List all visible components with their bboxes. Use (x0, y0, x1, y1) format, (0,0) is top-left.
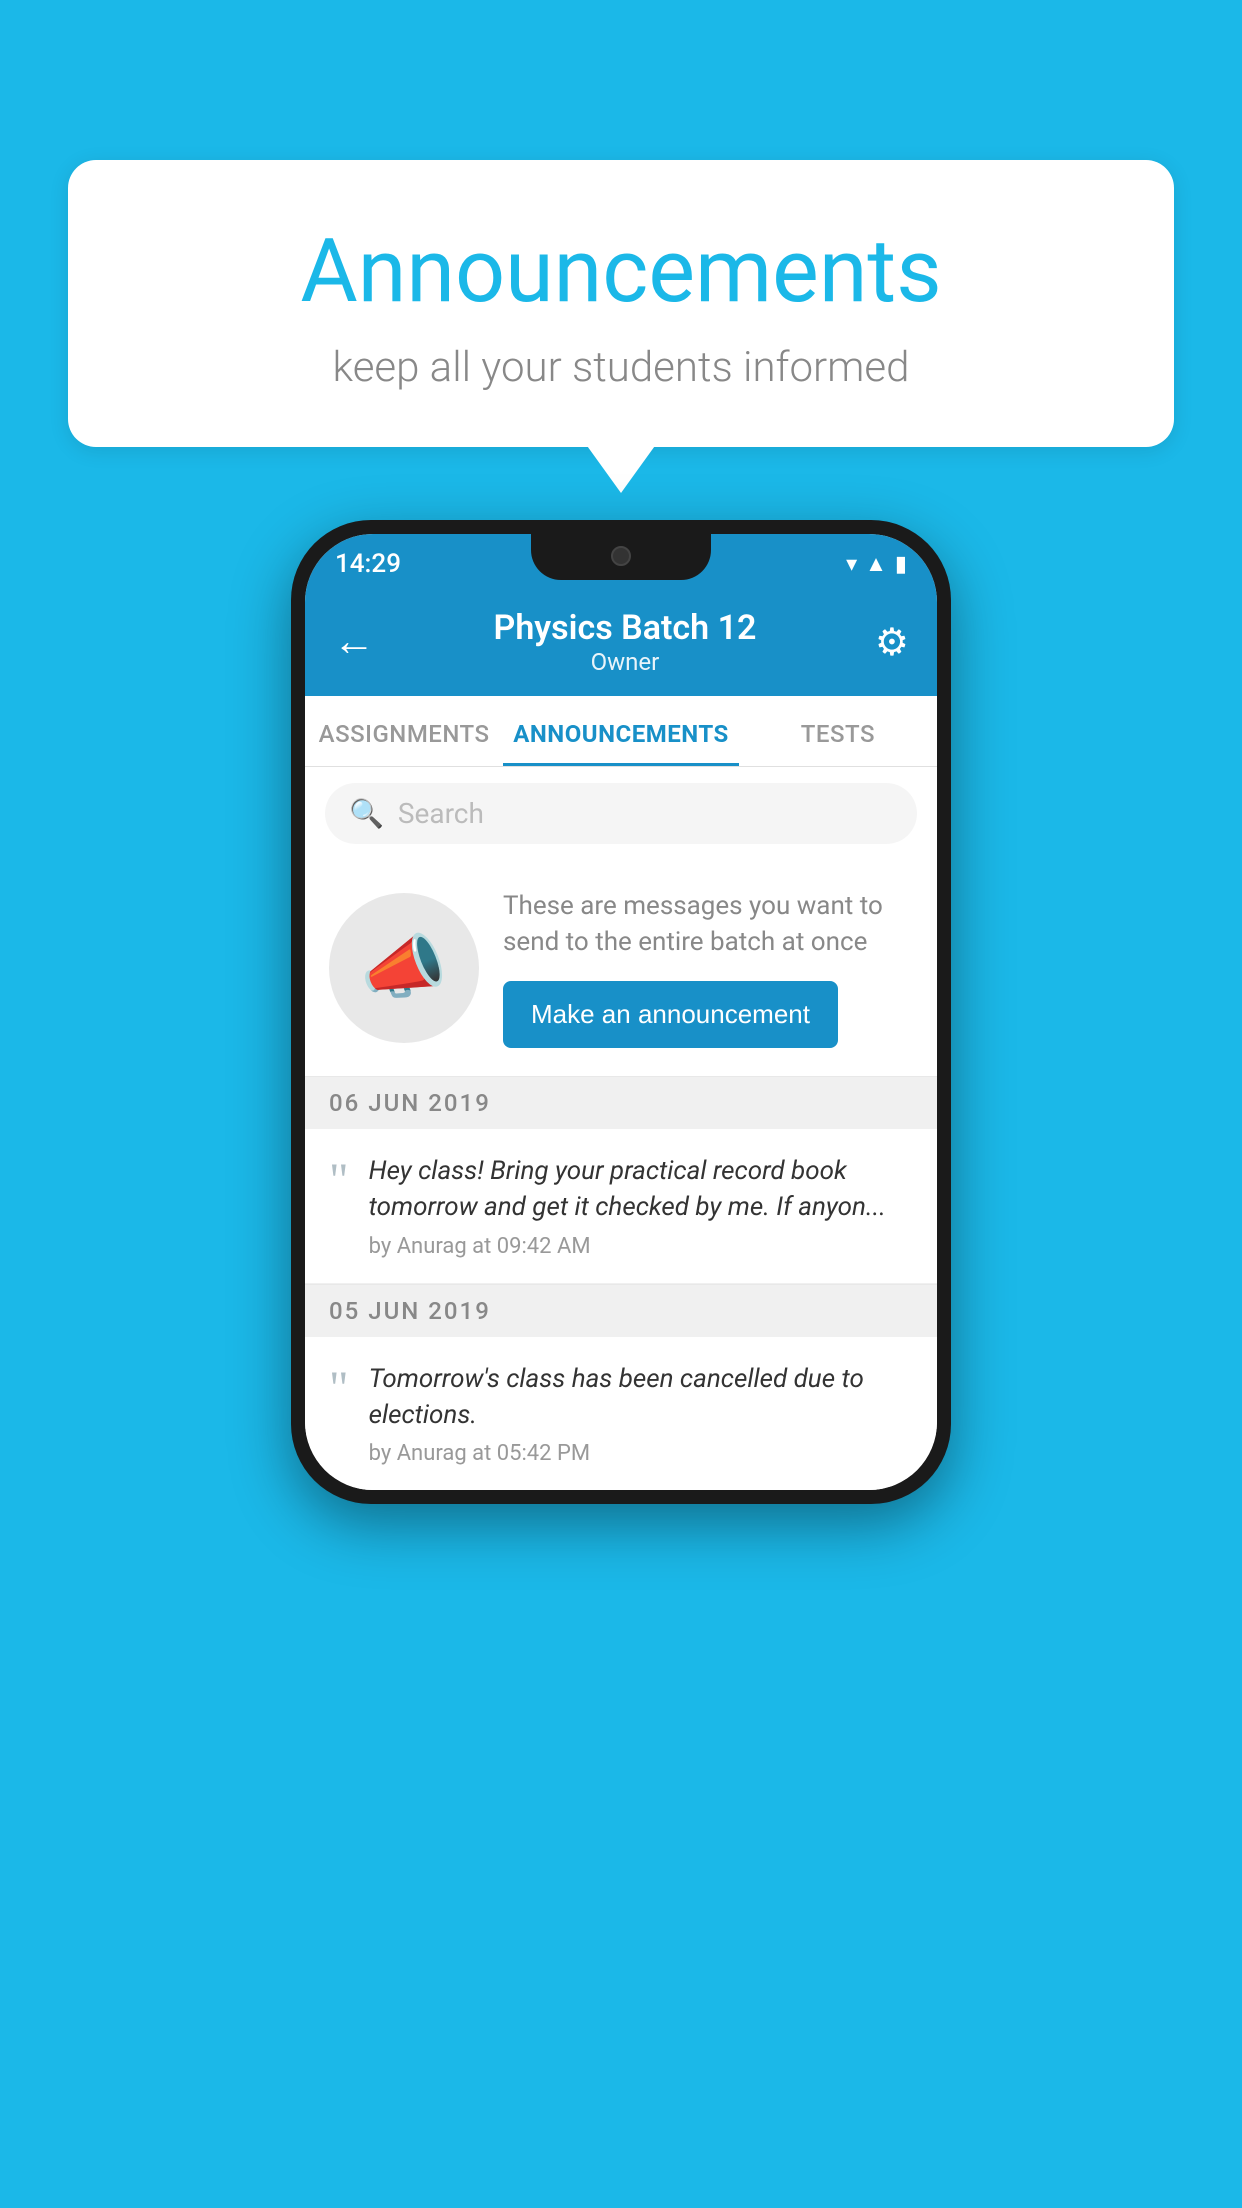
bubble-title: Announcements (128, 220, 1114, 323)
announcement-meta-1: by Anurag at 09:42 AM (369, 1234, 913, 1259)
quote-icon-1: " (329, 1157, 349, 1205)
app-header: ← Physics Batch 12 Owner ⚙ (305, 590, 937, 696)
announcement-item-1[interactable]: " Hey class! Bring your practical record… (305, 1129, 937, 1284)
search-icon: 🔍 (349, 797, 384, 830)
header-title-block: Physics Batch 12 Owner (494, 608, 757, 676)
announcement-prompt: 📣 These are messages you want to send to… (305, 860, 937, 1076)
announcement-message-2: Tomorrow's class has been cancelled due … (369, 1361, 913, 1434)
header-title: Physics Batch 12 (494, 608, 757, 648)
announcement-description: These are messages you want to send to t… (503, 888, 913, 961)
header-subtitle: Owner (494, 648, 757, 676)
tabs-bar: ASSIGNMENTS ANNOUNCEMENTS TESTS (305, 696, 937, 767)
settings-button[interactable]: ⚙ (875, 620, 909, 665)
search-container: 🔍 Search (305, 767, 937, 860)
speech-bubble: Announcements keep all your students inf… (68, 160, 1174, 447)
phone-frame: 14:29 ▾ ▲ ▮ ← Physics Batch 12 Owner ⚙ (291, 520, 951, 1504)
announcement-message-1: Hey class! Bring your practical record b… (369, 1153, 913, 1226)
date-separator-1: 06 JUN 2019 (305, 1076, 937, 1129)
phone-mockup: 14:29 ▾ ▲ ▮ ← Physics Batch 12 Owner ⚙ (291, 520, 951, 1504)
tab-assignments[interactable]: ASSIGNMENTS (305, 696, 503, 766)
signal-icon: ▲ (865, 551, 887, 577)
battery-icon: ▮ (895, 552, 907, 577)
announcement-content-1: Hey class! Bring your practical record b… (369, 1153, 913, 1259)
announcement-right: These are messages you want to send to t… (503, 888, 913, 1048)
quote-icon-2: " (329, 1365, 349, 1413)
announcement-content-2: Tomorrow's class has been cancelled due … (369, 1361, 913, 1467)
megaphone-icon: 📣 (360, 927, 447, 1009)
status-time: 14:29 (335, 549, 401, 579)
phone-screen: 14:29 ▾ ▲ ▮ ← Physics Batch 12 Owner ⚙ (305, 534, 937, 1490)
announcement-meta-2: by Anurag at 05:42 PM (369, 1441, 913, 1466)
announcement-item-2[interactable]: " Tomorrow's class has been cancelled du… (305, 1337, 937, 1491)
status-icons: ▾ ▲ ▮ (846, 551, 907, 577)
back-button[interactable]: ← (333, 621, 375, 663)
phone-notch (531, 534, 711, 580)
make-announcement-button[interactable]: Make an announcement (503, 981, 838, 1048)
speech-bubble-section: Announcements keep all your students inf… (68, 160, 1174, 447)
date-separator-2: 05 JUN 2019 (305, 1284, 937, 1337)
front-camera (611, 546, 631, 566)
bubble-subtitle: keep all your students informed (128, 343, 1114, 392)
wifi-icon: ▾ (846, 552, 857, 577)
search-placeholder: Search (398, 797, 484, 830)
announcement-icon-circle: 📣 (329, 893, 479, 1043)
tab-announcements[interactable]: ANNOUNCEMENTS (503, 696, 739, 766)
search-bar[interactable]: 🔍 Search (325, 783, 917, 844)
tab-tests[interactable]: TESTS (739, 696, 937, 766)
